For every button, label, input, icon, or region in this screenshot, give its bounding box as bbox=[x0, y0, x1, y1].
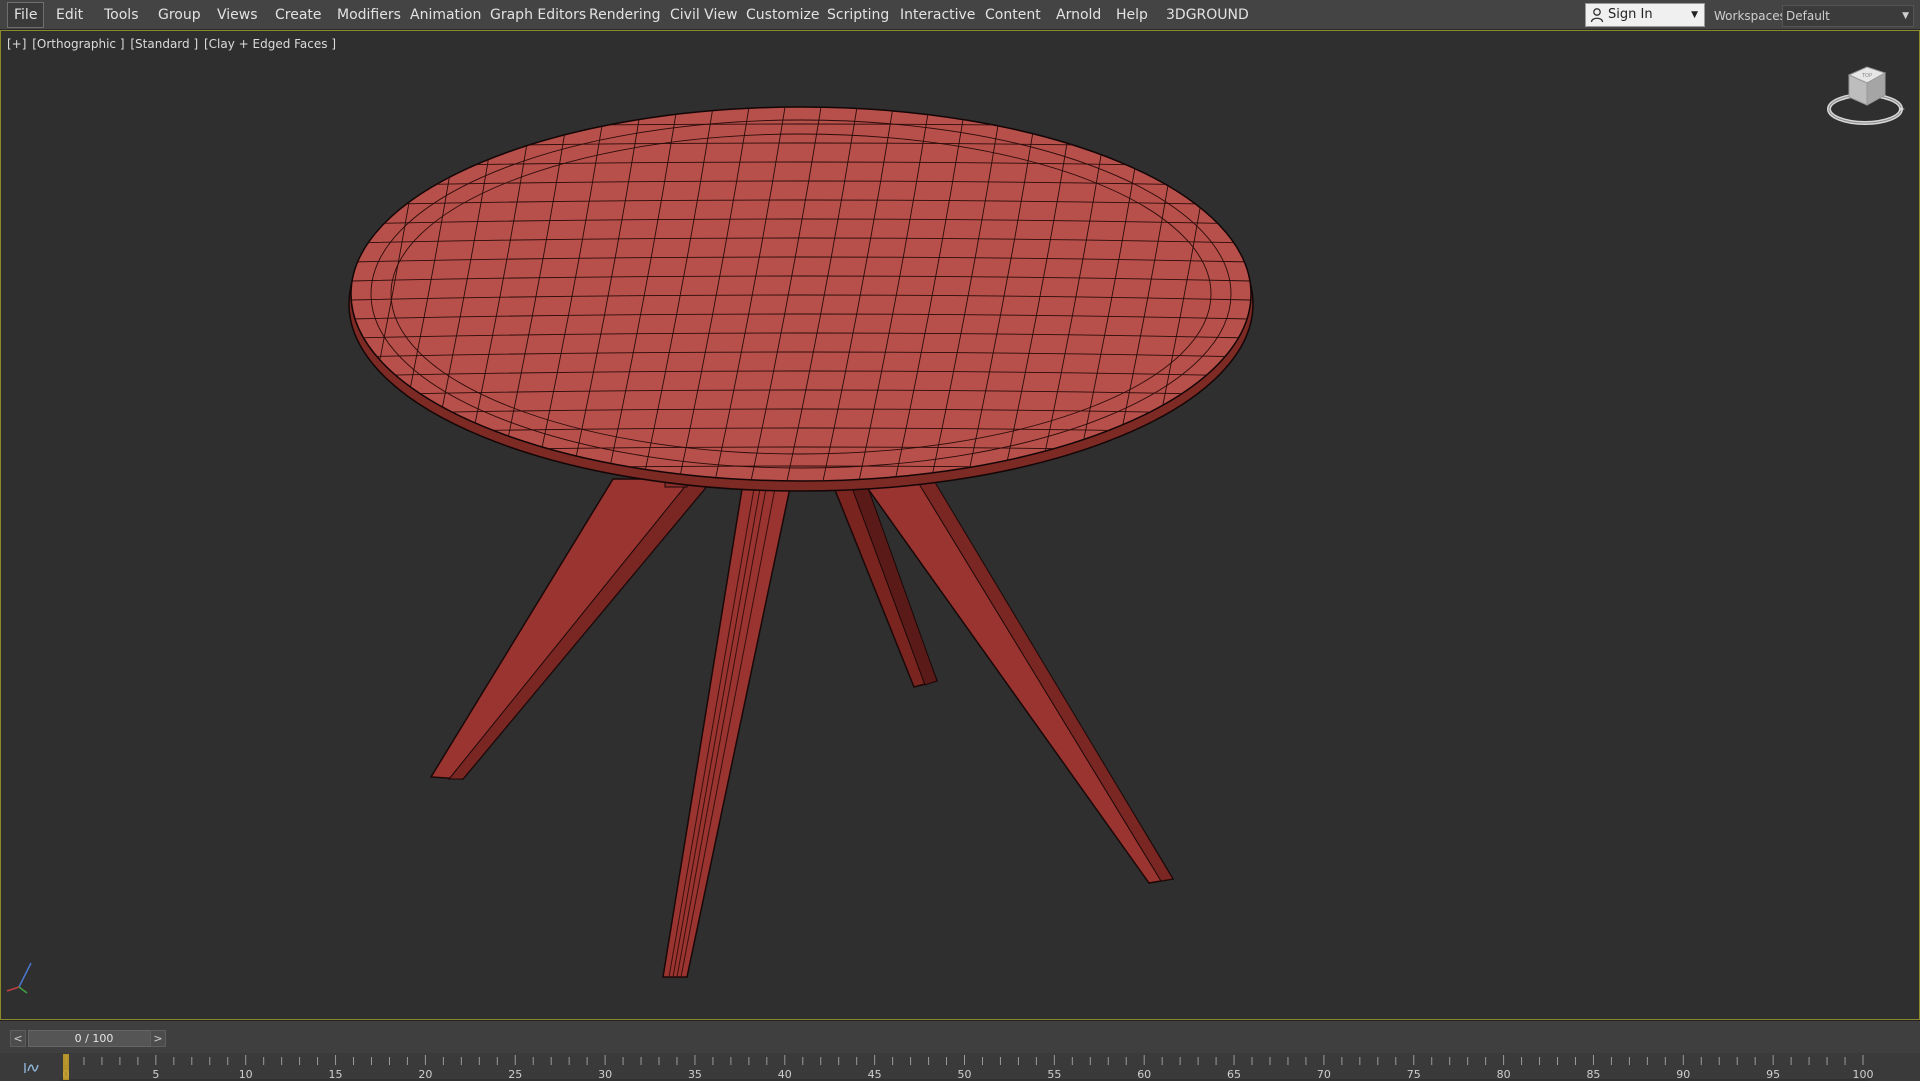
menu-help[interactable]: Help bbox=[1116, 0, 1148, 30]
current-frame-marker[interactable] bbox=[63, 1054, 69, 1080]
menu-graph-editors[interactable]: Graph Editors bbox=[490, 0, 586, 30]
time-slider-thumb[interactable]: 0 / 100 bbox=[28, 1030, 160, 1047]
menu-interactive[interactable]: Interactive bbox=[900, 0, 975, 30]
menu-rendering[interactable]: Rendering bbox=[589, 0, 661, 30]
frame-tick-label: 85 bbox=[1586, 1068, 1600, 1081]
frame-tick-label: 20 bbox=[418, 1068, 432, 1081]
chevron-down-icon: ▼ bbox=[1902, 11, 1909, 21]
menu-content[interactable]: Content bbox=[985, 0, 1041, 30]
frame-tick-label: 70 bbox=[1317, 1068, 1331, 1081]
menu-group[interactable]: Group bbox=[158, 0, 201, 30]
axis-tripod-icon bbox=[6, 962, 32, 994]
frame-tick-label: 100 bbox=[1853, 1068, 1874, 1081]
frame-tick-label: 75 bbox=[1407, 1068, 1421, 1081]
viewport-label[interactable]: [+] [Orthographic ] [Standard ] [Clay + … bbox=[7, 37, 338, 51]
table-model bbox=[348, 106, 1254, 978]
frame-tick-label: 45 bbox=[868, 1068, 882, 1081]
menu-scripting[interactable]: Scripting bbox=[827, 0, 889, 30]
frame-tick-label: 25 bbox=[508, 1068, 522, 1081]
menu-create[interactable]: Create bbox=[275, 0, 322, 30]
frame-tick-label: 35 bbox=[688, 1068, 702, 1081]
frame-tick-label: 90 bbox=[1676, 1068, 1690, 1081]
tabletop bbox=[350, 106, 1252, 482]
menu-customize[interactable]: Customize bbox=[746, 0, 820, 30]
time-slider-bar: < 0 / 100 > 0510152025303540455055606570… bbox=[0, 1020, 1920, 1081]
viewcube-icon[interactable]: TOP bbox=[1823, 61, 1907, 131]
frame-tick-label: 55 bbox=[1047, 1068, 1061, 1081]
time-next-button[interactable]: > bbox=[150, 1030, 166, 1047]
frame-tick-label: 50 bbox=[958, 1068, 972, 1081]
viewport-display-mode[interactable]: [Clay + Edged Faces ] bbox=[204, 37, 336, 51]
menu-arnold[interactable]: Arnold bbox=[1056, 0, 1101, 30]
frame-tick-label: 30 bbox=[598, 1068, 612, 1081]
menu-file[interactable]: File bbox=[7, 2, 45, 28]
perspective-viewport[interactable]: [+] [Orthographic ] [Standard ] [Clay + … bbox=[0, 30, 1920, 1020]
menu-civil-view[interactable]: Civil View bbox=[670, 0, 737, 30]
chevron-down-icon: ▼ bbox=[1691, 10, 1698, 20]
viewport-menu-plus[interactable]: [+] bbox=[7, 37, 26, 51]
menu-tools[interactable]: Tools bbox=[104, 0, 139, 30]
frame-tick-label: 60 bbox=[1137, 1068, 1151, 1081]
menu-views[interactable]: Views bbox=[217, 0, 258, 30]
viewport-view-label[interactable]: [Orthographic ] bbox=[32, 37, 124, 51]
workspaces-select[interactable]: Default ▼ bbox=[1782, 5, 1914, 27]
track-bar[interactable]: 0510152025303540455055606570758085909510… bbox=[0, 1053, 1920, 1081]
menu-animation[interactable]: Animation bbox=[410, 0, 481, 30]
frame-tick-label: 10 bbox=[239, 1068, 253, 1081]
time-prev-button[interactable]: < bbox=[10, 1030, 26, 1047]
frame-tick-label: 65 bbox=[1227, 1068, 1241, 1081]
frame-tick-label: 40 bbox=[778, 1068, 792, 1081]
sign-in-label: Sign In bbox=[1608, 7, 1653, 22]
menu-bar: File Edit Tools Group Views Create Modif… bbox=[0, 0, 1920, 30]
frame-tick-label: 95 bbox=[1766, 1068, 1780, 1081]
frame-tick-label: 80 bbox=[1497, 1068, 1511, 1081]
viewport-shading-standard[interactable]: [Standard ] bbox=[130, 37, 198, 51]
viewcube-face-label: TOP bbox=[1861, 73, 1872, 79]
menu-modifiers[interactable]: Modifiers bbox=[337, 0, 401, 30]
user-icon bbox=[1590, 8, 1604, 23]
frame-tick-label: 5 bbox=[152, 1068, 159, 1081]
sign-in-dropdown[interactable]: Sign In ▼ bbox=[1585, 3, 1705, 27]
frame-tick-label: 15 bbox=[329, 1068, 343, 1081]
frame-ruler[interactable]: 0510152025303540455055606570758085909510… bbox=[0, 1053, 1920, 1081]
menu-edit[interactable]: Edit bbox=[56, 0, 83, 30]
workspaces-value: Default bbox=[1786, 9, 1830, 23]
workspaces-label: Workspaces: bbox=[1714, 9, 1790, 23]
menu-3dground[interactable]: 3DGROUND bbox=[1166, 0, 1249, 30]
